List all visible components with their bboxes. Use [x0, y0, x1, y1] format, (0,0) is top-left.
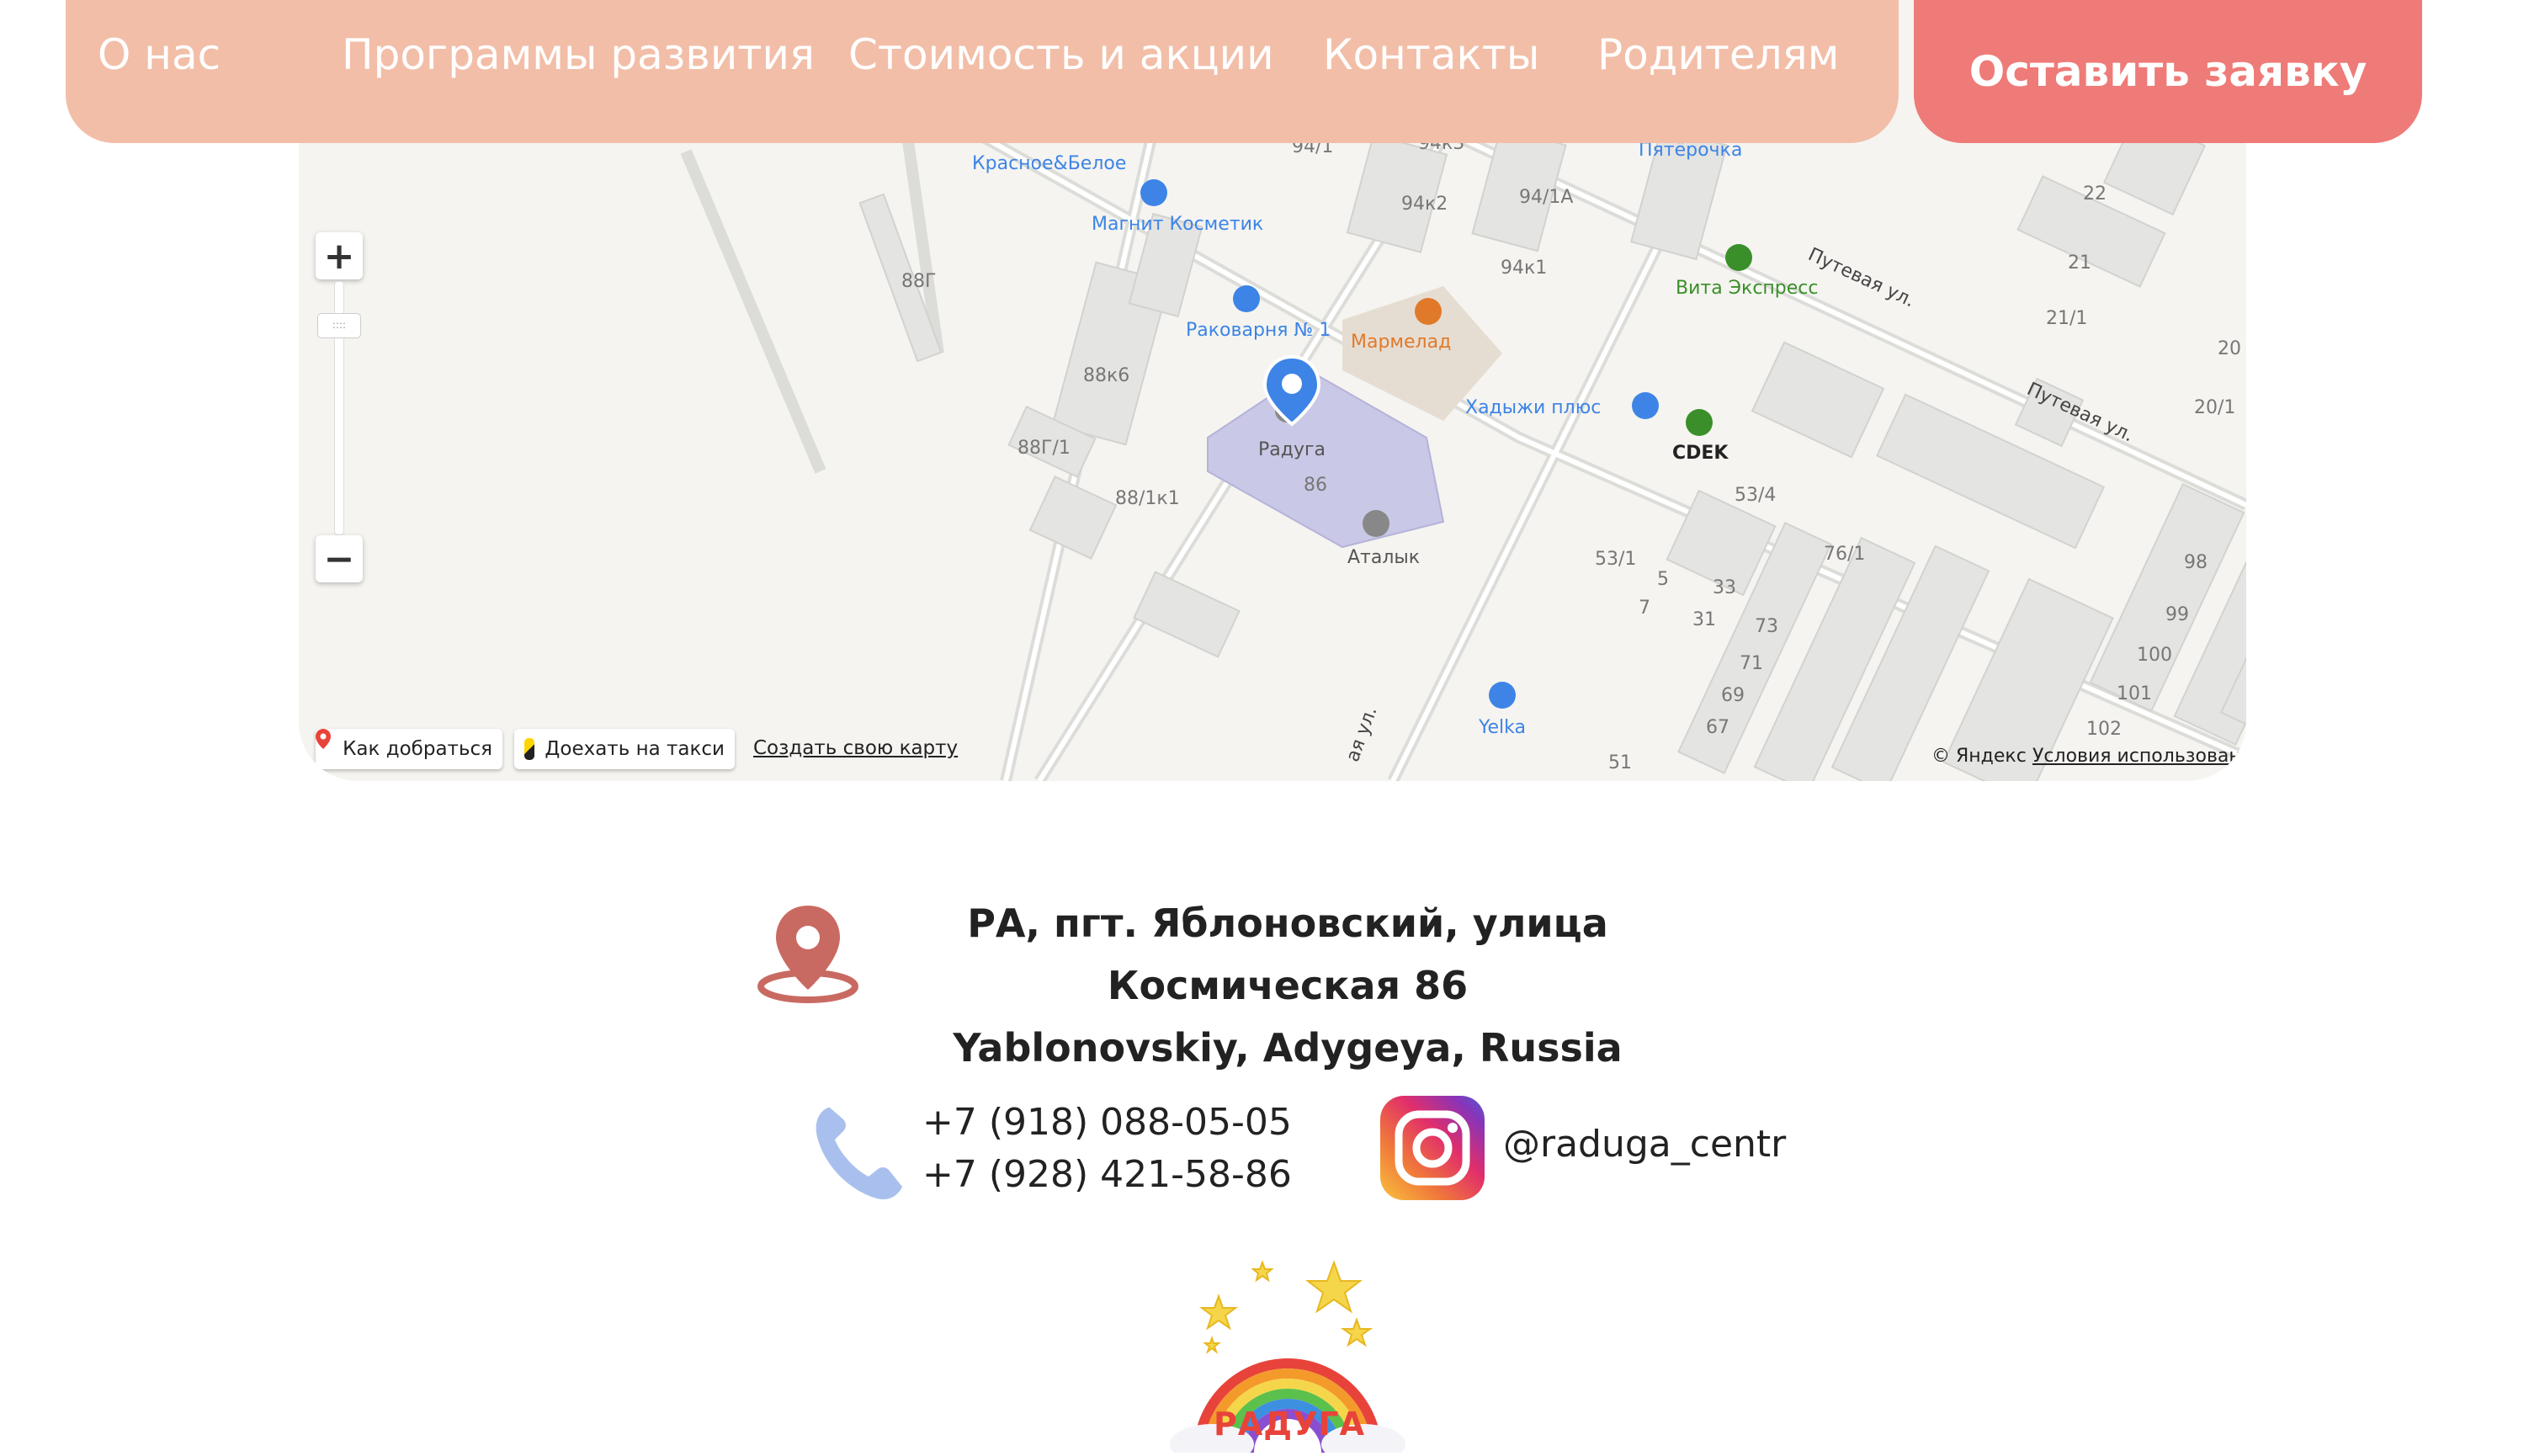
place-label[interactable]: Хадыжи плюс: [1465, 397, 1601, 418]
place-label[interactable]: Раковарня № 1: [1186, 320, 1331, 341]
zoom-slider-handle[interactable]: ::::: [317, 313, 361, 338]
nav-item-programs[interactable]: Программы развития: [342, 30, 815, 79]
map-terms-link[interactable]: Условия использования: [2032, 746, 2246, 767]
nav-item-about[interactable]: О нас: [98, 30, 220, 79]
cdek-marker-icon: [1686, 409, 1713, 436]
house-number: 88/1к1: [1115, 488, 1180, 509]
submit-request-button[interactable]: Оставить заявку: [1914, 0, 2422, 143]
house-number: 98: [2184, 552, 2208, 573]
marmelad-marker-icon: [1415, 298, 1442, 325]
place-label[interactable]: Мармелад: [1351, 332, 1451, 353]
route-label: Как добраться: [343, 738, 492, 760]
address-location-icon: [756, 902, 860, 1007]
place-label[interactable]: Вита Экспресс: [1676, 278, 1819, 299]
taxi-button[interactable]: Доехать на такси: [514, 729, 735, 769]
phone-icon: [813, 1103, 906, 1202]
nav-item-prices[interactable]: Стоимость и акции: [848, 30, 1274, 79]
house-number: 5: [1657, 569, 1669, 590]
phone-number-1[interactable]: +7 (918) 088-05-05: [922, 1101, 1292, 1144]
address-block: РА, пгт. Яблоновский, улица Космическая …: [850, 892, 1725, 1079]
house-number: 71: [1740, 653, 1763, 674]
house-number: 51: [1608, 752, 1632, 773]
place-label[interactable]: Красное&Белое: [972, 153, 1126, 174]
house-number: 102: [2086, 719, 2122, 740]
yelka-marker-icon: [1489, 682, 1516, 709]
address-line-en: Yablonovskiy, Adygeya, Russia: [953, 1025, 1623, 1071]
house-number: 73: [1755, 616, 1778, 637]
zoom-out-button[interactable]: −: [316, 535, 363, 582]
house-number: 99: [2165, 604, 2189, 625]
zoom-in-button[interactable]: +: [316, 232, 363, 279]
house-number: 88Г: [901, 271, 937, 292]
house-number: 20: [2218, 338, 2241, 359]
house-number: 7: [1639, 598, 1650, 619]
house-number: 53/1: [1595, 549, 1637, 570]
nav-item-contacts[interactable]: Контакты: [1323, 30, 1539, 79]
house-number: 31: [1692, 609, 1716, 630]
instagram-icon[interactable]: [1380, 1096, 1485, 1200]
house-number: 94/1А: [1519, 187, 1574, 208]
house-number: 20/1: [2194, 397, 2236, 418]
place-label[interactable]: Магнит Косметик: [1092, 214, 1263, 235]
house-number: 22: [2083, 183, 2107, 205]
house-number: 86: [1304, 475, 1327, 496]
nav-item-parents[interactable]: Родителям: [1597, 30, 1839, 79]
house-number: 67: [1706, 717, 1729, 738]
place-label[interactable]: Радуга: [1258, 439, 1326, 460]
place-label[interactable]: Аталык: [1347, 547, 1420, 568]
top-nav: О нас Программы развития Стоимость и акц…: [66, 0, 1899, 143]
route-button[interactable]: Как добраться: [316, 729, 502, 769]
taxi-label: Доехать на такси: [545, 738, 725, 760]
rakovarnya-marker-icon: [1233, 285, 1260, 312]
place-label[interactable]: Yelka: [1479, 717, 1526, 738]
house-number: 94к1: [1501, 258, 1548, 279]
logo-text: РАДУГА: [1214, 1406, 1366, 1443]
instagram-handle[interactable]: @raduga_centr: [1503, 1123, 1786, 1166]
taxi-icon: [524, 738, 535, 760]
house-number: 53/4: [1735, 485, 1777, 506]
house-number: 76/1: [1824, 544, 1866, 565]
house-number: 94к2: [1401, 194, 1448, 215]
vita-marker-icon: [1725, 244, 1752, 271]
place-label[interactable]: CDEK: [1672, 443, 1728, 464]
house-number: 101: [2117, 683, 2152, 704]
raduga-logo[interactable]: РАДУГА: [1161, 1254, 1414, 1456]
house-number: 33: [1713, 577, 1736, 598]
map-pin-icon: [316, 729, 332, 759]
phone-number-2[interactable]: +7 (928) 421-58-86: [922, 1153, 1292, 1196]
house-number: 69: [1721, 685, 1745, 706]
house-number: 21: [2068, 252, 2091, 274]
house-number: 88к6: [1083, 365, 1130, 386]
house-number: 88Г/1: [1017, 438, 1071, 459]
map-copyright: © Яндекс: [1931, 746, 2027, 767]
house-number: 21/1: [2046, 308, 2088, 329]
house-number: 100: [2137, 645, 2172, 666]
atalyk-marker-icon: [1363, 510, 1389, 537]
hadyzhi-marker-icon: [1632, 392, 1659, 419]
magnit-marker-icon: [1140, 179, 1167, 206]
create-map-link[interactable]: Создать свою карту: [753, 737, 958, 759]
address-line-ru: РА, пгт. Яблоновский, улица Космическая …: [967, 901, 1608, 1008]
